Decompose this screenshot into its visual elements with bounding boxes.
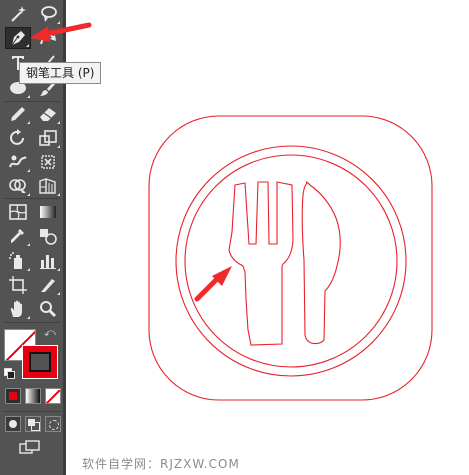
pencil-tool[interactable] <box>5 103 31 125</box>
blend-tool[interactable] <box>35 225 61 247</box>
none-slash-icon <box>46 389 60 403</box>
outer-circle-shape[interactable] <box>175 145 407 377</box>
watermark-text: 软件自学网：RJZXW.COM <box>82 457 240 471</box>
eyedropper-tool[interactable] <box>5 225 31 247</box>
screen-mode-icon <box>19 440 40 454</box>
warp-tool[interactable] <box>5 151 31 173</box>
none-mode-button[interactable] <box>45 388 61 404</box>
gradient-tool[interactable] <box>35 201 61 223</box>
symbol-sprayer-icon <box>9 252 22 269</box>
annotation-arrow-fork <box>194 266 232 302</box>
slice-tool[interactable] <box>35 274 61 296</box>
mesh-icon <box>9 204 27 220</box>
warp-icon <box>9 155 27 168</box>
knife-shape[interactable] <box>301 181 341 345</box>
scale-icon <box>39 130 57 146</box>
screen-mode-button[interactable] <box>18 440 42 456</box>
free-transform-icon <box>41 155 55 169</box>
canvas <box>148 115 433 401</box>
gradient-mode-button[interactable] <box>25 388 41 404</box>
color-mode-button[interactable] <box>5 388 21 404</box>
hand-icon <box>10 300 22 317</box>
eyedropper-icon <box>11 229 24 243</box>
rotate-tool[interactable] <box>5 127 31 149</box>
perspective-grid-tool[interactable] <box>35 175 61 197</box>
zoom-icon <box>40 301 57 318</box>
eraser-icon <box>40 108 56 121</box>
rounded-square-shape[interactable] <box>148 115 433 401</box>
artboard-tool[interactable] <box>5 274 31 296</box>
gradient-icon <box>40 206 56 218</box>
annotation-arrow-pen <box>30 22 92 42</box>
slice-icon <box>41 279 55 292</box>
column-graph-tool[interactable] <box>35 250 61 272</box>
perspective-grid-icon <box>39 178 56 194</box>
draw-normal-button[interactable] <box>5 416 21 432</box>
zoom-tool[interactable] <box>35 298 61 320</box>
stroke-swatch[interactable] <box>22 345 58 379</box>
shape-builder-tool[interactable] <box>5 175 31 197</box>
pencil-icon <box>11 107 25 121</box>
draw-behind-button[interactable] <box>25 416 41 432</box>
eraser-tool[interactable] <box>35 103 61 125</box>
scale-tool[interactable] <box>35 127 61 149</box>
hand-tool[interactable] <box>5 298 31 320</box>
artboard-icon <box>9 276 27 294</box>
shape-builder-icon <box>9 179 26 193</box>
draw-inside-button[interactable] <box>45 416 61 432</box>
symbol-sprayer-tool[interactable] <box>5 250 31 272</box>
inner-circle-shape[interactable] <box>184 154 398 368</box>
column-graph-icon <box>40 255 56 269</box>
blend-icon <box>40 229 57 245</box>
mesh-tool[interactable] <box>5 201 31 223</box>
rotate-icon <box>10 129 24 145</box>
free-transform-tool[interactable] <box>35 151 61 173</box>
swap-fill-stroke-icon[interactable]: ⤺ <box>44 327 58 339</box>
fork-shape[interactable] <box>228 181 294 346</box>
default-fill-stroke-icon[interactable] <box>4 368 15 379</box>
